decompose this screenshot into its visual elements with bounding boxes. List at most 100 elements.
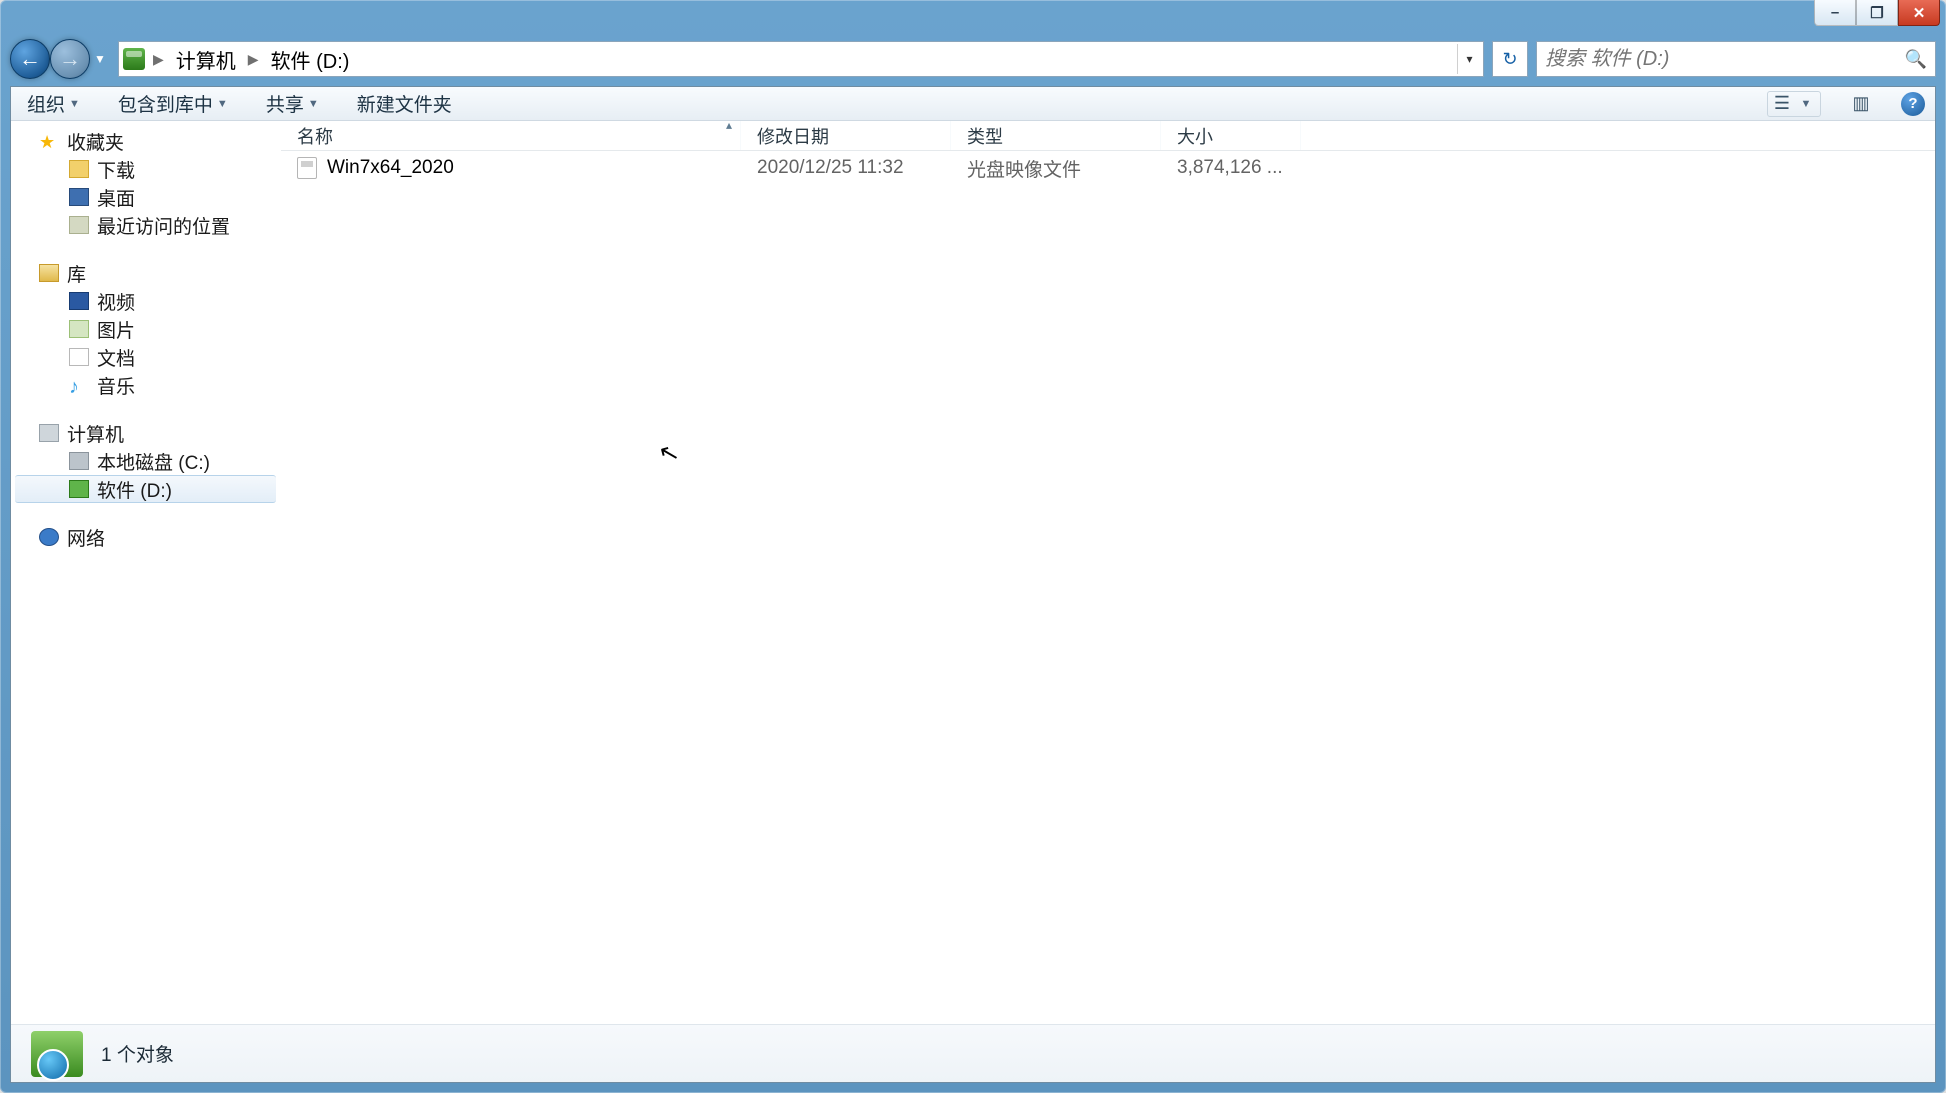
column-label: 名称	[297, 123, 333, 149]
hard-drive-icon	[69, 452, 89, 470]
column-headers: 名称 ▴ 修改日期 类型 大小	[281, 121, 1935, 151]
sidebar-item-label: 本地磁盘 (C:)	[97, 448, 210, 475]
computer-label: 计算机	[67, 420, 124, 447]
sidebar-item-videos[interactable]: 视频	[11, 287, 280, 315]
organize-menu[interactable]: 组织 ▼	[21, 87, 86, 120]
sidebar-item-label: 最近访问的位置	[97, 212, 230, 239]
sidebar-item-label: 下载	[97, 156, 135, 183]
mouse-cursor-icon: ↖	[656, 437, 683, 470]
sidebar-item-label: 图片	[97, 316, 135, 343]
details-pane: 1 个对象	[11, 1024, 1935, 1082]
minimize-button[interactable]: –	[1814, 0, 1856, 26]
nav-buttons: ← → ▼	[10, 39, 110, 79]
file-date-cell: 2020/12/25 11:32	[741, 157, 951, 179]
favorites-header[interactable]: ★ 收藏夹	[11, 127, 280, 155]
preview-pane-button[interactable]: ▥	[1847, 92, 1875, 116]
search-input[interactable]	[1545, 48, 1905, 71]
arrow-right-icon: →	[59, 46, 81, 72]
explorer-body: ★ 收藏夹 下载 桌面 最近访问的位置	[11, 121, 1935, 1024]
sidebar-item-documents[interactable]: 文档	[11, 343, 280, 371]
arrow-left-icon: ←	[19, 46, 41, 72]
search-box[interactable]: 🔍	[1536, 41, 1936, 77]
libraries-header[interactable]: 库	[11, 259, 280, 287]
hard-drive-icon	[69, 480, 89, 498]
address-dropdown[interactable]: ▾	[1457, 44, 1481, 74]
search-icon: 🔍	[1905, 49, 1927, 70]
maximize-button[interactable]: ❐	[1856, 0, 1898, 26]
network-group: 网络	[11, 523, 280, 551]
organize-label: 组织	[27, 90, 65, 117]
breadcrumb-drive-d[interactable]: 软件 (D:)	[261, 45, 360, 74]
command-bar: 组织 ▼ 包含到库中 ▼ 共享 ▼ 新建文件夹 ☰ ▼	[11, 87, 1935, 121]
column-name[interactable]: 名称 ▴	[281, 121, 741, 150]
file-size-cell: 3,874,126 ...	[1161, 157, 1301, 179]
library-icon	[39, 264, 59, 282]
view-options-button[interactable]: ☰	[1770, 92, 1794, 116]
favorites-group: ★ 收藏夹 下载 桌面 最近访问的位置	[11, 127, 280, 239]
chevron-down-icon: ▼	[217, 98, 228, 110]
sidebar-item-drive-d[interactable]: 软件 (D:)	[15, 475, 276, 503]
chevron-down-icon: ▼	[69, 98, 80, 110]
libraries-label: 库	[67, 260, 86, 287]
sidebar-item-music[interactable]: ♪ 音乐	[11, 371, 280, 399]
include-label: 包含到库中	[118, 90, 213, 117]
view-mode-group: ☰ ▼	[1767, 91, 1821, 117]
close-button[interactable]: ✕	[1898, 0, 1940, 26]
column-label: 大小	[1177, 123, 1213, 149]
nav-history-dropdown[interactable]: ▼	[90, 52, 110, 66]
chevron-down-icon: ▼	[308, 98, 319, 110]
breadcrumb-computer[interactable]: 计算机	[166, 45, 246, 74]
object-count: 1 个对象	[101, 1040, 174, 1067]
include-in-library-menu[interactable]: 包含到库中 ▼	[112, 87, 234, 120]
column-size[interactable]: 大小	[1161, 121, 1301, 150]
sidebar-item-label: 文档	[97, 344, 135, 371]
window-controls: – ❐ ✕	[1814, 0, 1940, 26]
sidebar-item-label: 视频	[97, 288, 135, 315]
network-icon	[39, 528, 59, 546]
back-button[interactable]: ←	[10, 39, 50, 79]
breadcrumb-sep-icon: ▶	[151, 51, 166, 68]
client-area: 组织 ▼ 包含到库中 ▼ 共享 ▼ 新建文件夹 ☰ ▼	[10, 86, 1936, 1083]
forward-button[interactable]: →	[50, 39, 90, 79]
file-list-pane: 名称 ▴ 修改日期 类型 大小 Win7	[281, 121, 1935, 1024]
documents-icon	[69, 348, 89, 366]
column-date[interactable]: 修改日期	[741, 121, 951, 150]
computer-icon	[39, 424, 59, 442]
iso-file-icon	[297, 157, 317, 179]
recent-places-icon	[69, 216, 89, 234]
desktop-icon	[69, 188, 89, 206]
sidebar-item-downloads[interactable]: 下载	[11, 155, 280, 183]
sidebar-item-pictures[interactable]: 图片	[11, 315, 280, 343]
pictures-icon	[69, 320, 89, 338]
favorites-label: 收藏夹	[67, 128, 124, 155]
help-button[interactable]: ?	[1901, 92, 1925, 116]
column-label: 修改日期	[757, 123, 829, 149]
sidebar-item-drive-c[interactable]: 本地磁盘 (C:)	[11, 447, 280, 475]
computer-header[interactable]: 计算机	[11, 419, 280, 447]
sidebar-item-desktop[interactable]: 桌面	[11, 183, 280, 211]
drive-large-icon	[31, 1031, 83, 1077]
file-name-cell: Win7x64_2020	[281, 157, 741, 179]
sidebar-item-label: 软件 (D:)	[97, 476, 172, 503]
file-row[interactable]: Win7x64_2020 2020/12/25 11:32 光盘映像文件 3,8…	[281, 151, 1935, 185]
drive-icon	[123, 48, 145, 70]
column-label: 类型	[967, 123, 1003, 149]
file-type-cell: 光盘映像文件	[951, 155, 1161, 182]
network-header[interactable]: 网络	[11, 523, 280, 551]
share-menu[interactable]: 共享 ▼	[260, 87, 325, 120]
view-dropdown[interactable]: ▼	[1794, 92, 1818, 116]
sidebar-item-label: 音乐	[97, 372, 135, 399]
list-view-icon: ☰	[1774, 93, 1790, 114]
sidebar-item-recent[interactable]: 最近访问的位置	[11, 211, 280, 239]
navigation-pane: ★ 收藏夹 下载 桌面 最近访问的位置	[11, 121, 281, 1024]
libraries-group: 库 视频 图片 文档 ♪	[11, 259, 280, 399]
new-folder-button[interactable]: 新建文件夹	[351, 87, 458, 120]
address-bar[interactable]: ▶ 计算机 ▶ 软件 (D:) ▾	[118, 41, 1484, 77]
help-icon: ?	[1908, 95, 1917, 112]
file-name: Win7x64_2020	[327, 157, 454, 179]
newfolder-label: 新建文件夹	[357, 90, 452, 117]
column-type[interactable]: 类型	[951, 121, 1161, 150]
explorer-window: – ❐ ✕ ← → ▼ ▶ 计算机 ▶ 软件 (D:) ▾ ↻ 🔍	[0, 0, 1946, 1093]
sort-asc-icon: ▴	[726, 118, 732, 132]
refresh-button[interactable]: ↻	[1492, 41, 1528, 77]
